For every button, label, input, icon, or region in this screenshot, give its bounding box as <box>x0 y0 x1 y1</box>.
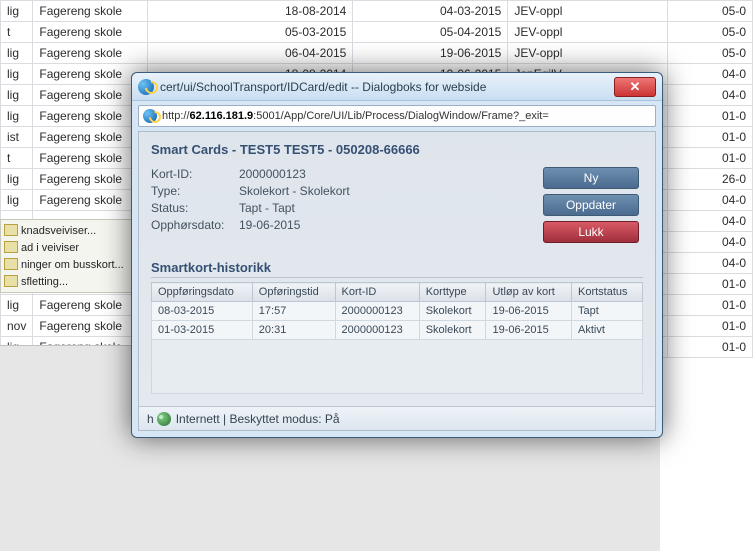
oppdater-button[interactable]: Oppdater <box>543 194 639 216</box>
kort-id-value: 2000000123 <box>239 167 306 181</box>
task-item[interactable]: ad i veiviser <box>4 239 135 256</box>
history-empty-area <box>151 340 643 394</box>
task-item[interactable]: ninger om busskort... <box>4 256 135 273</box>
task-icon <box>4 258 18 270</box>
task-item[interactable]: sfletting... <box>4 273 135 290</box>
opphorsdato-label: Opphørsdato: <box>151 218 239 232</box>
type-label: Type: <box>151 184 239 198</box>
task-item[interactable]: knadsveiviser... <box>4 222 135 239</box>
close-button[interactable]: ✕ <box>614 77 656 97</box>
dialog-titlebar[interactable]: cert/ui/SchoolTransport/IDCard/edit -- D… <box>132 73 662 101</box>
dialog-title: cert/ui/SchoolTransport/IDCard/edit -- D… <box>160 80 614 94</box>
status-h: h <box>147 412 154 426</box>
task-icon <box>4 241 18 253</box>
history-row[interactable]: 01-03-201520:312000000123Skolekort19-06-… <box>152 321 643 340</box>
lukk-button[interactable]: Lukk <box>543 221 639 243</box>
history-header[interactable]: Kort-ID <box>335 283 419 302</box>
kort-id-label: Kort-ID: <box>151 167 239 181</box>
table-row[interactable]: tFagereng skole05-03-201505-04-2015JEV-o… <box>1 22 753 43</box>
url-rest: :5001/App/Core/UI/Lib/Process/DialogWind… <box>253 110 549 122</box>
globe-icon <box>157 412 171 426</box>
section-heading: Smart Cards - TEST5 TEST5 - 050208-66666 <box>151 142 643 157</box>
status-text: Internett | Beskyttet modus: På <box>176 412 340 426</box>
dialog-window: cert/ui/SchoolTransport/IDCard/edit -- D… <box>131 72 663 438</box>
opphorsdato-value: 19-06-2015 <box>239 218 300 232</box>
url-prefix: http:// <box>162 110 190 122</box>
history-table: OppføringsdatoOpføringstidKort-IDKorttyp… <box>151 282 643 340</box>
ie-icon <box>138 79 154 95</box>
status-value: Tapt - Tapt <box>239 201 295 215</box>
dialog-content: Smart Cards - TEST5 TEST5 - 050208-66666… <box>138 131 656 431</box>
dialog-statusbar: h Internett | Beskyttet modus: På <box>139 406 655 430</box>
history-header[interactable]: Korttype <box>419 283 486 302</box>
table-row[interactable]: ligFagereng skole18-08-201404-03-2015JEV… <box>1 1 753 22</box>
history-row[interactable]: 08-03-201517:572000000123Skolekort19-06-… <box>152 302 643 321</box>
history-header[interactable]: Kortstatus <box>571 283 642 302</box>
task-icon <box>4 224 18 236</box>
type-value: Skolekort - Skolekort <box>239 184 350 198</box>
task-wizard-panel: knadsveiviser...ad i veiviserninger om b… <box>0 219 139 293</box>
history-header[interactable]: Oppføringsdato <box>152 283 253 302</box>
ny-button[interactable]: Ny <box>543 167 639 189</box>
ie-icon <box>143 109 157 123</box>
task-icon <box>4 275 18 287</box>
history-heading: Smartkort-historikk <box>151 260 643 278</box>
table-row[interactable]: ligFagereng skole06-04-201519-06-2015JEV… <box>1 43 753 64</box>
history-header[interactable]: Utløp av kort <box>486 283 572 302</box>
kv-list: Kort-ID:2000000123 Type:Skolekort - Skol… <box>151 167 543 248</box>
status-label: Status: <box>151 201 239 215</box>
url-host: 62.116.181.9 <box>190 110 254 122</box>
history-header[interactable]: Opføringstid <box>252 283 335 302</box>
address-bar[interactable]: http://62.116.181.9:5001/App/Core/UI/Lib… <box>138 105 656 127</box>
